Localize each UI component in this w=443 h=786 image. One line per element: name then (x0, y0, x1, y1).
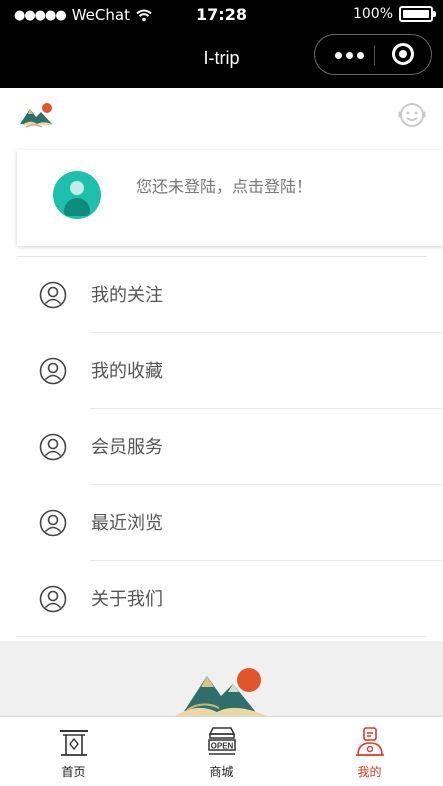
login-prompt[interactable]: 您还未登陆，点击登陆！ (136, 173, 312, 197)
mountain-logo-icon (175, 668, 267, 716)
menu-item-favorites[interactable]: 我的收藏 (17, 333, 443, 409)
profile-header-row (0, 88, 443, 148)
user-circle-icon (39, 433, 67, 461)
menu-item-following[interactable]: 我的关注 (17, 257, 443, 333)
nav-bar: I-trip (0, 30, 443, 88)
menu-item-membership[interactable]: 会员服务 (17, 409, 443, 485)
battery-icon (399, 6, 436, 22)
tab-home[interactable]: 首页 (0, 717, 147, 786)
avatar-head (70, 181, 84, 195)
home-gate-icon (59, 730, 88, 756)
menu-label: 我的关注 (91, 285, 163, 306)
mountain-logo-icon (20, 103, 54, 128)
battery-info: 100% (352, 6, 436, 22)
user-circle-icon (39, 281, 67, 309)
tab-bar: 首页 OPEN 商城 我的 (0, 716, 443, 785)
profile-icon (355, 727, 384, 756)
avatar-body (64, 198, 90, 216)
menu-item-about[interactable]: 关于我们 (17, 561, 427, 637)
tab-label: 首页 (61, 765, 86, 779)
more-dot-icon (334, 51, 342, 59)
tab-label: 我的 (357, 765, 382, 779)
more-options-button[interactable] (329, 44, 369, 66)
capsule-divider (374, 45, 375, 65)
divider (17, 636, 427, 637)
tab-shop[interactable]: OPEN 商城 (148, 717, 295, 786)
customer-service-icon[interactable] (397, 100, 427, 130)
user-circle-icon (39, 357, 67, 385)
mini-program-capsule (314, 34, 432, 75)
tab-mine[interactable]: 我的 (296, 717, 443, 786)
avatar[interactable] (53, 171, 101, 219)
menu-label: 我的收藏 (91, 361, 163, 382)
tab-label: 商城 (209, 765, 234, 779)
battery-percent: 100% (352, 6, 393, 22)
more-dot-icon (356, 51, 364, 59)
more-dot-icon (345, 51, 353, 59)
user-circle-icon (39, 585, 67, 613)
shop-open-icon: OPEN (207, 727, 236, 755)
svg-text:OPEN: OPEN (210, 742, 233, 751)
menu-item-recent[interactable]: 最近浏览 (17, 485, 443, 561)
menu-label: 关于我们 (91, 589, 163, 610)
profile-menu: 我的关注 我的收藏 会员服务 最近浏览 关于我们 (17, 256, 443, 637)
status-bar: ●●●●● WeChat 17:28 100% (0, 0, 443, 30)
close-mini-program-button[interactable] (392, 43, 414, 65)
user-circle-icon (39, 509, 67, 537)
login-card[interactable]: 您还未登陆，点击登陆！ (17, 150, 443, 246)
menu-label: 最近浏览 (91, 513, 163, 534)
menu-label: 会员服务 (91, 437, 163, 458)
